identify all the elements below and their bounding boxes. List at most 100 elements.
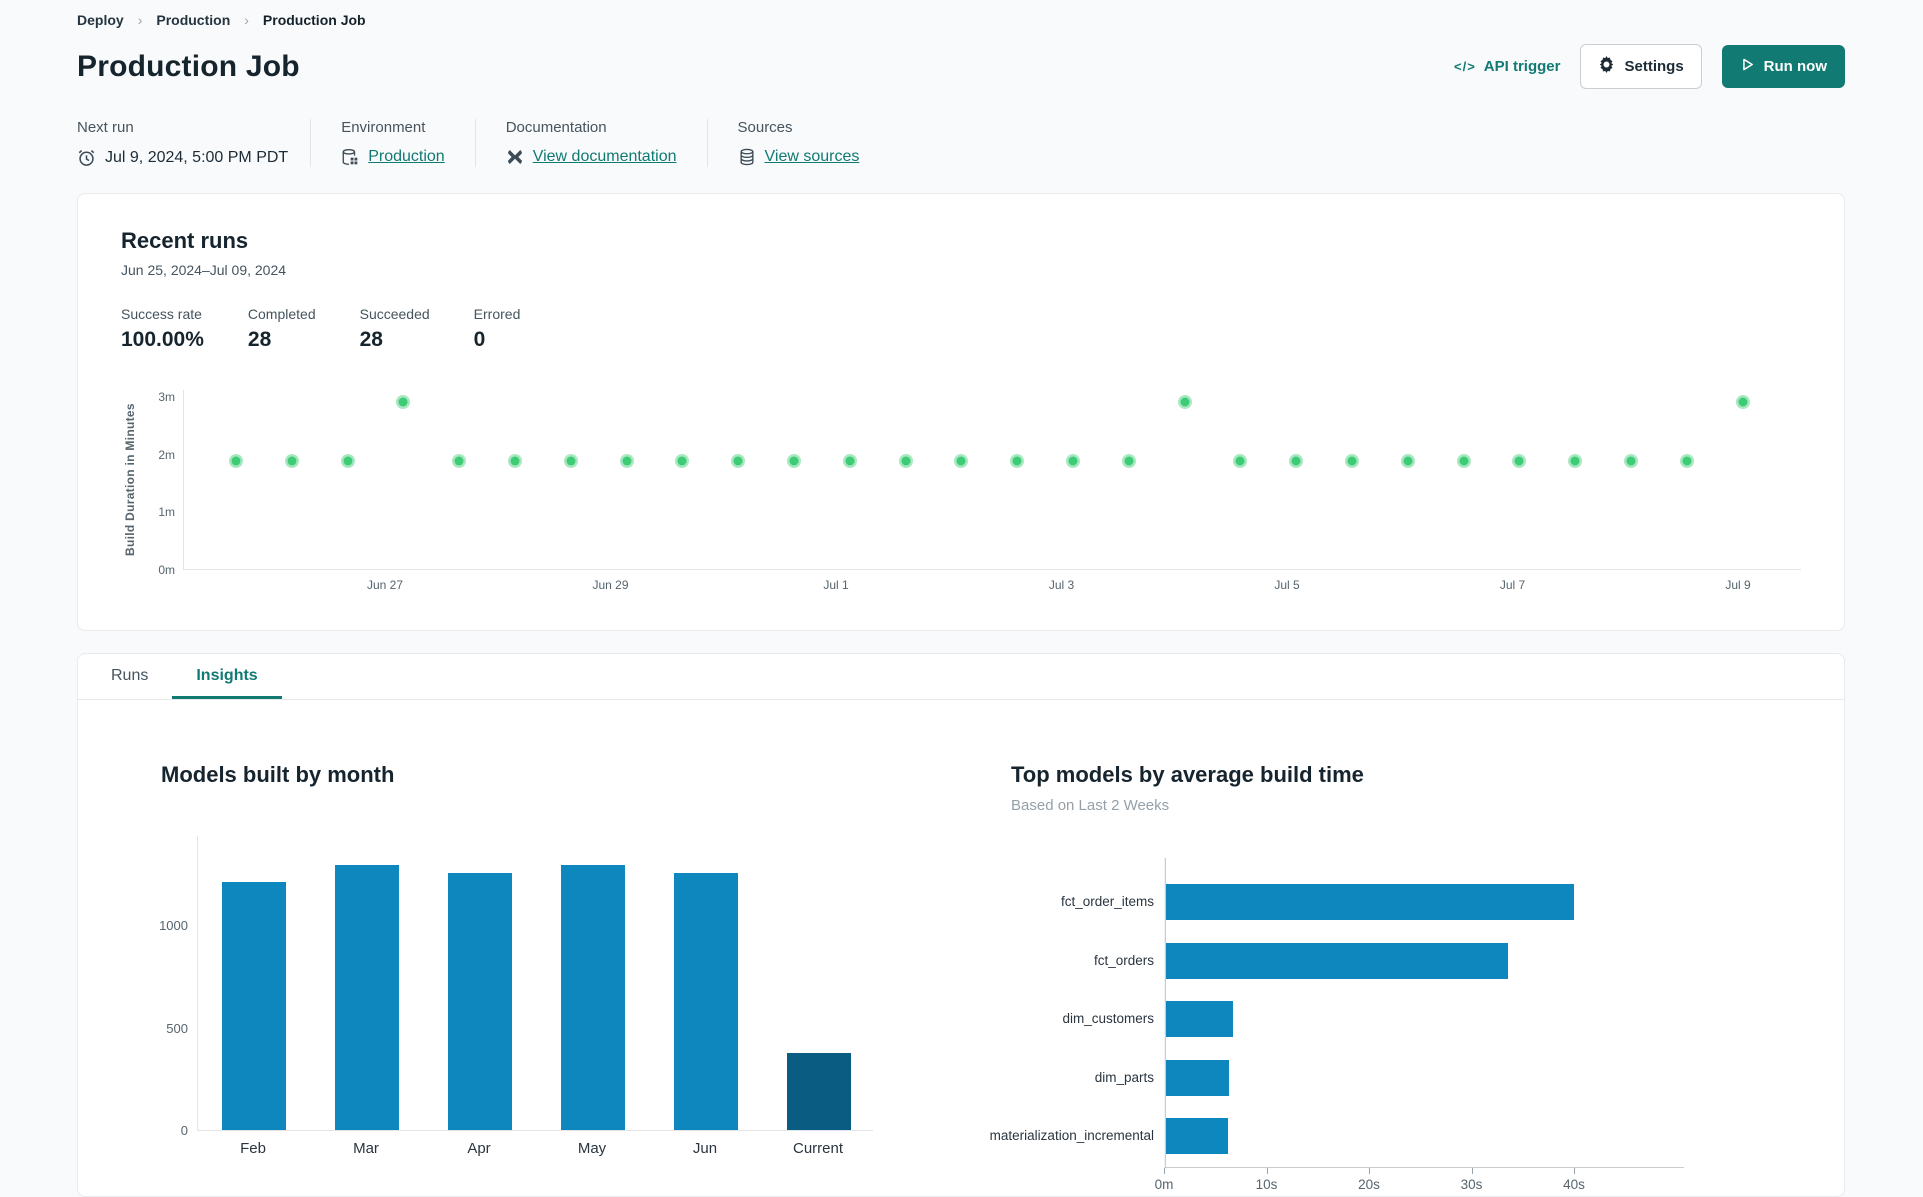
scatter-x-tick-label: Jun 27: [366, 578, 404, 592]
meta-value: Jul 9, 2024, 5:00 PM PDT: [77, 148, 288, 167]
meta-column-sources: Sources View sources: [706, 119, 890, 167]
bar-y-tick-label: 1000: [159, 918, 188, 934]
bar-x-tick-label: May: [577, 1140, 607, 1157]
meta-value: View documentation: [506, 148, 677, 166]
top-models-chart: Top models by average build time Based o…: [990, 762, 1711, 1196]
recent-runs-date-range: Jun 25, 2024–Jul 09, 2024: [121, 262, 287, 278]
tab-runs[interactable]: Runs: [87, 654, 172, 699]
run-data-point: [1347, 456, 1357, 466]
breadcrumb: Deploy › Production › Production Job: [77, 8, 1845, 28]
bar-x-tick-label: Feb: [240, 1140, 266, 1157]
hbar-x-tick-mark: [1266, 1168, 1268, 1174]
meta-link[interactable]: View documentation: [533, 148, 677, 166]
run-data-point: [1514, 456, 1524, 466]
meta-column-next-run: Next run Jul 9, 2024, 5:00 PM PDT: [77, 119, 310, 167]
hbar-category-label: dim_customers: [1062, 1011, 1154, 1027]
code-icon: </>: [1454, 59, 1476, 74]
hbar-x-tick-label: 0m: [1154, 1177, 1174, 1192]
bar-current: [787, 1053, 851, 1130]
hbar-category-label: materialization_incremental: [989, 1128, 1154, 1144]
run-data-point: [1403, 456, 1413, 466]
scatter-y-tick-label: 2m: [158, 447, 175, 462]
environment-icon: [341, 148, 359, 166]
api-trigger-link[interactable]: </> API trigger: [1454, 58, 1560, 75]
bar-x-tick-label: Current: [792, 1140, 844, 1157]
stat-label: Completed: [247, 306, 316, 322]
run-data-point: [1570, 456, 1580, 466]
run-data-point: [287, 456, 297, 466]
bar-feb: [222, 882, 286, 1130]
hbar-x-tick-label: 20s: [1358, 1177, 1380, 1192]
stat-errored: Errored 0: [474, 306, 521, 352]
gear-icon: [1598, 56, 1615, 77]
stat-value: 28: [359, 328, 383, 351]
page-header: Production Job </> API trigger Settings …: [77, 44, 1845, 89]
run-data-point: [1124, 456, 1134, 466]
hbar-category-labels: fct_order_items fct_orders dim_customers di…: [990, 858, 1164, 1168]
breadcrumb-item-production[interactable]: Production: [156, 12, 230, 28]
bar-y-tick-label: 500: [166, 1020, 188, 1036]
hbar-category-label: fct_orders: [1093, 952, 1154, 968]
bar-may: [561, 864, 625, 1130]
build-duration-chart: Build Duration in Minutes 0m 1m 2m 3m: [121, 389, 1801, 577]
run-data-point: [398, 397, 408, 407]
bar-x-tick-label: Apr: [467, 1140, 491, 1157]
play-icon: [1740, 57, 1755, 76]
recent-runs-title: Recent runs: [121, 228, 249, 253]
breadcrumb-item-deploy[interactable]: Deploy: [77, 12, 124, 28]
hbar-category-label: fct_order_items: [1060, 894, 1154, 909]
scatter-x-tick-label: Jul 7: [1499, 578, 1526, 592]
scatter-x-tick-label: Jul 5: [1274, 578, 1300, 592]
top-models-subtitle: Based on Last 2 Weeks: [1011, 797, 1170, 814]
meta-link[interactable]: Production: [368, 148, 445, 166]
breadcrumb-separator-icon: ›: [137, 12, 143, 28]
hbar-fct_orders: [1166, 942, 1509, 979]
stat-succeeded: Succeeded 28: [360, 306, 430, 352]
bar-y-tick-label: 0: [180, 1123, 188, 1138]
api-trigger-label: API trigger: [1483, 58, 1561, 75]
run-data-point: [1459, 456, 1469, 466]
settings-button[interactable]: Settings: [1580, 44, 1702, 89]
tab-insights[interactable]: Insights: [172, 654, 282, 699]
hbar-x-tick-mark: [1574, 1168, 1575, 1174]
bar-jun: [674, 872, 738, 1130]
hbar-x-tick-mark: [1369, 1168, 1370, 1174]
meta-label: Documentation: [505, 119, 607, 136]
scatter-x-tick-label: Jul 3: [1048, 578, 1075, 592]
bar-x-tick-label: Mar: [353, 1140, 379, 1157]
hbar-x-tick-label: 40s: [1563, 1177, 1585, 1192]
scatter-x-tick-label: Jul 1: [823, 578, 849, 592]
stat-value: 28: [247, 328, 272, 351]
stat-label: Succeeded: [359, 306, 430, 322]
hbar-materialization_incremental: [1166, 1118, 1228, 1155]
run-data-point: [1012, 456, 1022, 466]
hbar-x-tick-label: 10s: [1255, 1177, 1278, 1192]
settings-label: Settings: [1624, 58, 1684, 75]
page-title: Production Job: [77, 49, 300, 83]
dbt-docs-icon: [506, 148, 524, 166]
hbar-dim_customers: [1166, 1001, 1233, 1038]
meta-value: Production: [341, 148, 445, 166]
meta-label: Next run: [77, 119, 134, 136]
stat-value: 0: [473, 328, 486, 351]
bar-y-axis-ticks: 0 500 1000: [159, 836, 197, 1138]
hbar-x-tick-mark: [1164, 1168, 1165, 1174]
run-data-point: [510, 456, 520, 466]
insights-charts: Models built by month 0 500 1000 Feb Mar Apr…: [78, 700, 1844, 1196]
stat-label: Success rate: [121, 306, 202, 322]
bar-apr: [448, 872, 512, 1130]
meta-column-environment: Environment Production: [310, 119, 475, 167]
run-data-point: [733, 456, 743, 466]
run-data-point: [845, 456, 855, 466]
meta-link[interactable]: View sources: [765, 148, 860, 166]
breadcrumb-separator-icon: ›: [244, 12, 249, 28]
meta-label: Sources: [737, 119, 793, 136]
recent-runs-stats: Success rate 100.00% Completed 28 Succeeded 2…: [121, 306, 1801, 352]
database-icon: [738, 148, 756, 166]
stat-value: 100.00%: [121, 328, 204, 351]
scatter-y-tick-label: 3m: [158, 389, 175, 404]
run-now-button[interactable]: Run now: [1721, 45, 1845, 88]
meta-value: View sources: [738, 148, 860, 166]
run-data-point: [1291, 456, 1301, 466]
run-data-point: [231, 456, 241, 466]
